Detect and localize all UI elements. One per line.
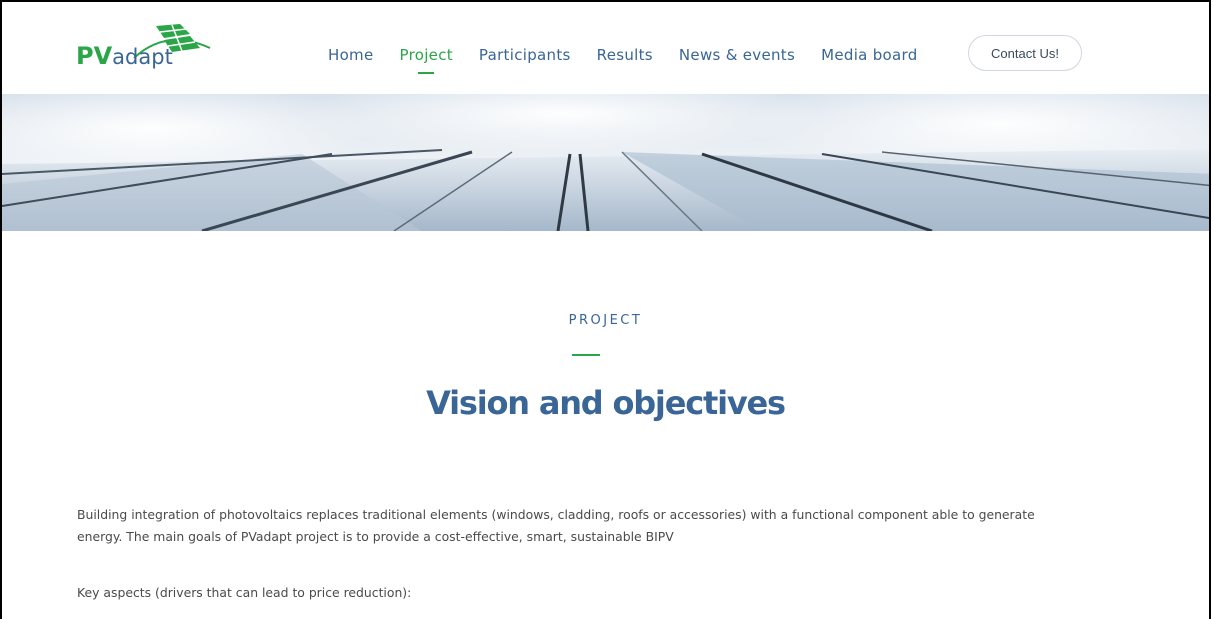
contact-us-button[interactable]: Contact Us! (968, 35, 1082, 71)
nav-results-label: Results (596, 46, 653, 64)
nav-home[interactable]: Home (328, 46, 374, 64)
nav-project[interactable]: Project (399, 46, 453, 74)
nav-participants[interactable]: Participants (479, 46, 571, 64)
hero-banner-image (2, 94, 1209, 231)
nav-media-board-label: Media board (821, 46, 918, 64)
contact-us-label: Contact Us! (991, 45, 1059, 61)
logo-pv: PV (76, 42, 113, 70)
logo-wordmark: PVadapt (76, 44, 173, 69)
main-nav: Home Project Participants Results News &… (328, 46, 944, 74)
nav-news-events[interactable]: News & events (679, 46, 795, 64)
building-facade-image (2, 94, 1209, 231)
intro-paragraph: Building integration of photovoltaics re… (77, 507, 1035, 544)
nav-home-label: Home (328, 46, 374, 64)
nav-project-label: Project (399, 46, 453, 64)
page-frame: PVadapt Home Project Participants Result… (0, 0, 1211, 619)
nav-media-board[interactable]: Media board (821, 46, 917, 64)
nav-participants-label: Participants (478, 46, 571, 64)
eyebrow-divider (572, 354, 600, 356)
section-eyebrow: PROJECT (568, 313, 643, 328)
nav-active-indicator (418, 72, 435, 74)
nav-news-events-label: News & events (678, 46, 796, 64)
key-aspects-paragraph: Key aspects (drivers that can lead to pr… (77, 585, 412, 600)
page-title: Vision and objectives (426, 384, 786, 422)
nav-results[interactable]: Results (597, 46, 653, 64)
site-logo[interactable]: PVadapt (76, 22, 216, 82)
site-header: PVadapt Home Project Participants Result… (2, 2, 1209, 94)
logo-adapt: adapt (112, 45, 173, 69)
